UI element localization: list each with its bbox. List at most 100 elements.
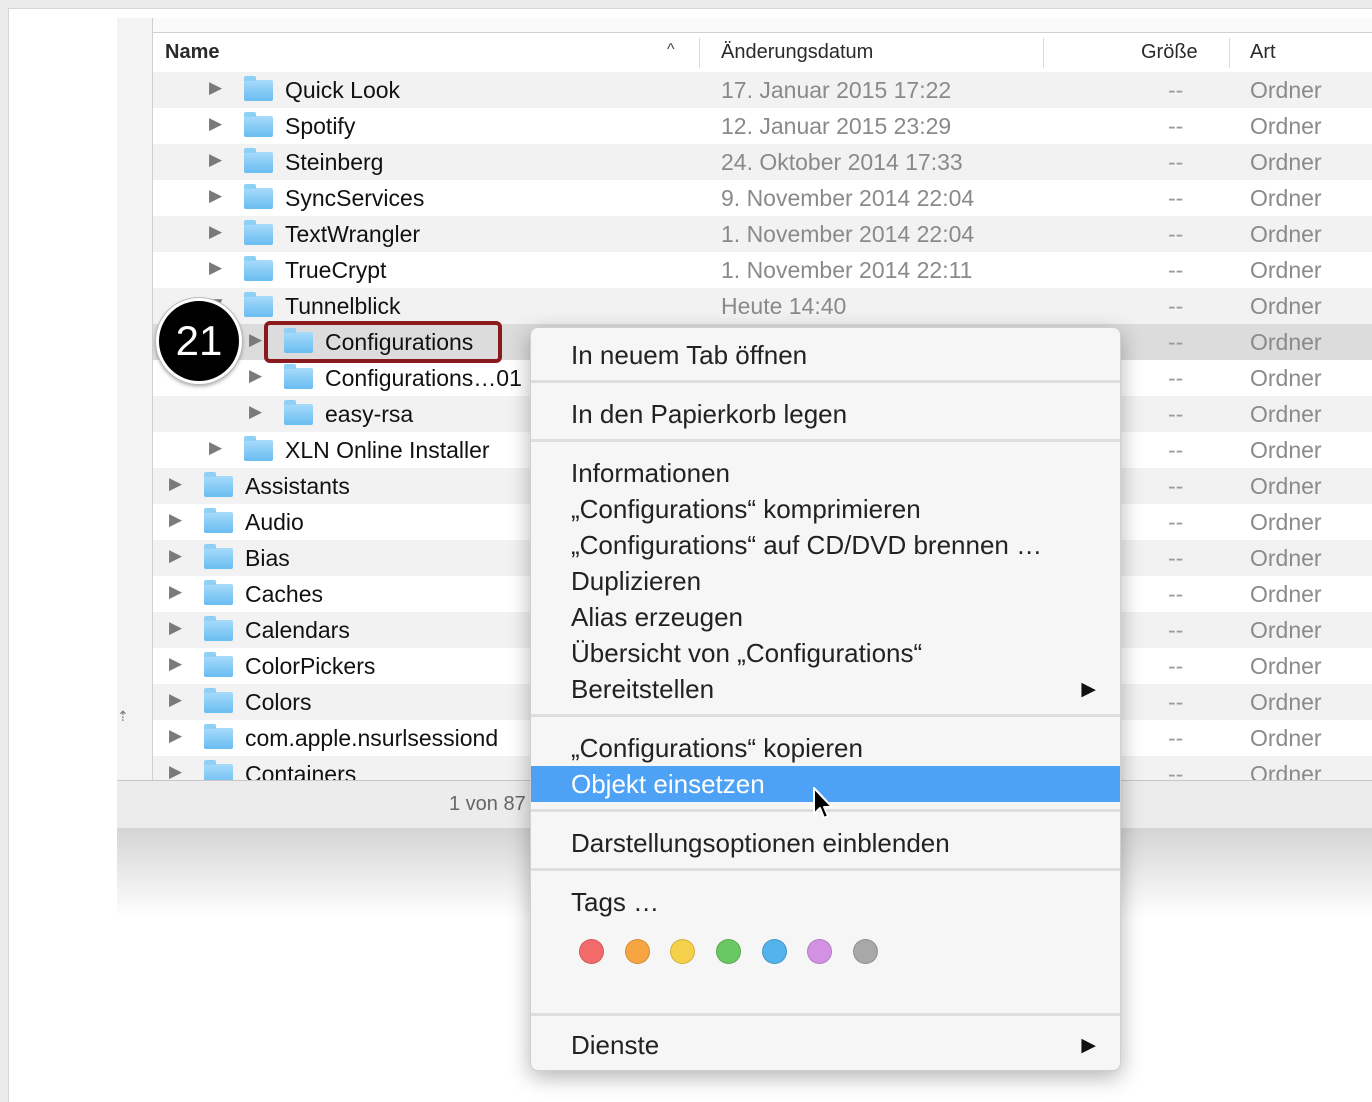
disclosure-triangle-icon[interactable]: ▶ xyxy=(169,654,182,674)
tag-gray-dot[interactable] xyxy=(853,939,878,964)
menu-item-duplicate[interactable]: Duplizieren xyxy=(531,563,1120,599)
folder-icon xyxy=(204,508,233,533)
menu-item-burn[interactable]: „Configurations“ auf CD/DVD brennen … xyxy=(531,527,1120,563)
disclosure-triangle-icon[interactable]: ▶ xyxy=(209,258,222,278)
tag-red-dot[interactable] xyxy=(579,939,604,964)
file-name: Bias xyxy=(245,545,290,571)
column-header-size[interactable]: Größe xyxy=(1141,41,1198,64)
submenu-arrow-icon: ▶ xyxy=(1081,679,1096,700)
tag-green-dot[interactable] xyxy=(716,939,741,964)
menu-item-label: Dienste xyxy=(571,1030,660,1060)
table-row[interactable]: ▶ SyncServices 9. November 2014 22:04 --… xyxy=(153,180,1372,216)
menu-item-open-new-tab[interactable]: In neuem Tab öffnen xyxy=(531,337,1120,373)
menu-item-view-options[interactable]: Darstellungsoptionen einblenden xyxy=(531,825,1120,861)
tag-orange-dot[interactable] xyxy=(625,939,650,964)
table-row[interactable]: ▶ TrueCrypt 1. November 2014 22:11 -- Or… xyxy=(153,252,1372,288)
file-name: com.apple.nsurlsessiond xyxy=(245,725,499,751)
file-size: -- xyxy=(1168,221,1184,247)
menu-item-label: Objekt einsetzen xyxy=(571,769,765,799)
column-header-kind[interactable]: Art xyxy=(1250,41,1276,64)
file-kind: Ordner xyxy=(1250,761,1322,780)
file-size: -- xyxy=(1168,149,1184,175)
menu-item-get-info[interactable]: Informationen xyxy=(531,455,1120,491)
disclosure-triangle-icon[interactable]: ▶ xyxy=(249,366,262,386)
file-name: Spotify xyxy=(285,113,356,139)
menu-item-tags[interactable]: Tags … xyxy=(531,884,1120,920)
disclosure-triangle-icon[interactable]: ▶ xyxy=(169,546,182,566)
file-name: Audio xyxy=(245,509,304,535)
file-kind: Ordner xyxy=(1250,365,1322,391)
disclosure-triangle-icon[interactable]: ▶ xyxy=(169,690,182,710)
file-kind: Ordner xyxy=(1250,77,1322,103)
disclosure-triangle-icon[interactable]: ▶ xyxy=(209,114,222,134)
file-name: SyncServices xyxy=(285,185,425,211)
disclosure-triangle-icon[interactable]: ▶ xyxy=(169,762,182,780)
menu-item-label: Duplizieren xyxy=(571,566,702,596)
file-date: 12. Januar 2015 23:29 xyxy=(721,113,952,139)
disclosure-triangle-icon[interactable]: ▶ xyxy=(209,222,222,242)
menu-item-quick-look[interactable]: Übersicht von „Configurations“ xyxy=(531,635,1120,671)
menu-item-label: „Configurations“ auf CD/DVD brennen … xyxy=(571,530,1043,560)
disclosure-triangle-icon[interactable]: ▶ xyxy=(169,726,182,746)
tag-purple-dot[interactable] xyxy=(807,939,832,964)
file-kind: Ordner xyxy=(1250,725,1322,751)
tag-yellow-dot[interactable] xyxy=(670,939,695,964)
file-size: -- xyxy=(1168,329,1184,355)
disclosure-triangle-icon[interactable]: ▶ xyxy=(169,618,182,638)
folder-icon xyxy=(244,112,273,137)
file-kind: Ordner xyxy=(1250,509,1322,535)
disclosure-triangle-icon[interactable]: ▶ xyxy=(169,510,182,530)
folder-icon xyxy=(204,724,233,749)
folder-icon xyxy=(204,544,233,569)
menu-item-label: Übersicht von „Configurations“ xyxy=(571,638,923,668)
table-row[interactable]: ▶ TextWrangler 1. November 2014 22:04 --… xyxy=(153,216,1372,252)
menu-item-copy[interactable]: „Configurations“ kopieren xyxy=(531,730,1120,766)
file-name: XLN Online Installer xyxy=(285,437,490,463)
menu-item-move-to-trash[interactable]: In den Papierkorb legen xyxy=(531,396,1120,432)
file-size: -- xyxy=(1168,473,1184,499)
step-number-badge: 21 xyxy=(156,298,242,384)
file-size: -- xyxy=(1168,761,1184,780)
file-name: Calendars xyxy=(245,617,350,643)
file-name: Colors xyxy=(245,689,312,715)
table-row[interactable]: ▶ Steinberg 24. Oktober 2014 17:33 -- Or… xyxy=(153,144,1372,180)
table-row[interactable]: ▼ Tunnelblick Heute 14:40 -- Ordner xyxy=(153,288,1372,324)
file-size: -- xyxy=(1168,653,1184,679)
disclosure-triangle-icon[interactable]: ▶ xyxy=(209,78,222,98)
file-kind: Ordner xyxy=(1250,185,1322,211)
menu-item-share[interactable]: Bereitstellen ▶ xyxy=(531,671,1120,707)
menu-item-compress[interactable]: „Configurations“ komprimieren xyxy=(531,491,1120,527)
disclosure-triangle-icon[interactable]: ▶ xyxy=(169,582,182,602)
disclosure-triangle-icon[interactable]: ▶ xyxy=(169,474,182,494)
file-kind: Ordner xyxy=(1250,401,1322,427)
disclosure-triangle-icon[interactable]: ▶ xyxy=(249,402,262,422)
file-date: Heute 14:40 xyxy=(721,293,847,319)
menu-item-services[interactable]: Dienste ▶ xyxy=(531,1027,1120,1063)
file-size: -- xyxy=(1168,77,1184,103)
disclosure-triangle-icon[interactable]: ▶ xyxy=(249,330,262,350)
disclosure-triangle-icon[interactable]: ▶ xyxy=(209,438,222,458)
file-name: TextWrangler xyxy=(285,221,421,247)
tag-blue-dot[interactable] xyxy=(762,939,787,964)
file-kind: Ordner xyxy=(1250,329,1322,355)
column-header-name[interactable]: Name xyxy=(165,41,219,64)
file-size: -- xyxy=(1168,581,1184,607)
folder-icon xyxy=(204,652,233,677)
file-kind: Ordner xyxy=(1250,545,1322,571)
table-row[interactable]: ▶ Quick Look 17. Januar 2015 17:22 -- Or… xyxy=(153,72,1372,108)
file-kind: Ordner xyxy=(1250,113,1322,139)
folder-icon xyxy=(204,760,233,780)
menu-item-label: In neuem Tab öffnen xyxy=(571,340,808,370)
disclosure-triangle-icon[interactable]: ▶ xyxy=(209,150,222,170)
menu-item-make-alias[interactable]: Alias erzeugen xyxy=(531,599,1120,635)
folder-icon xyxy=(244,436,273,461)
disclosure-triangle-icon[interactable]: ▶ xyxy=(209,186,222,206)
file-name: Caches xyxy=(245,581,323,607)
folder-icon xyxy=(204,616,233,641)
file-name: Tunnelblick xyxy=(285,293,401,319)
sidebar-edge xyxy=(117,18,153,780)
folder-icon xyxy=(244,184,273,209)
menu-separator xyxy=(531,1013,1120,1016)
column-header-date[interactable]: Änderungsdatum xyxy=(721,41,873,64)
table-row[interactable]: ▶ Spotify 12. Januar 2015 23:29 -- Ordne… xyxy=(153,108,1372,144)
